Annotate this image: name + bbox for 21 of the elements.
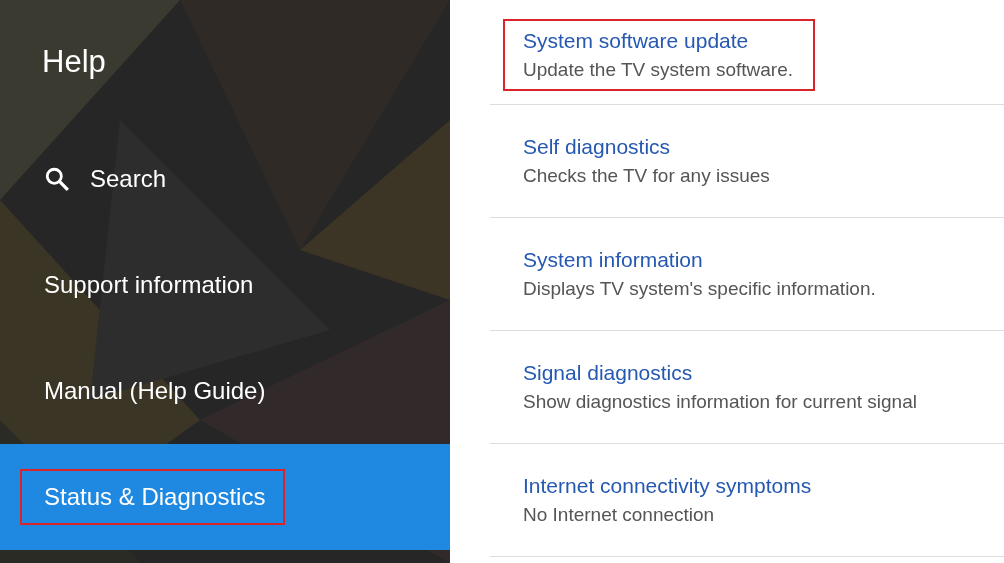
menu-item[interactable]: Search (0, 126, 450, 232)
option-item[interactable]: System software update Update the TV system software. (490, 6, 1004, 105)
option-title: System software update (523, 29, 750, 53)
option-title: System information (523, 248, 704, 272)
option-title: Self diagnostics (523, 135, 672, 159)
option-item[interactable]: Signal diagnostics Show diagnostics information for current signal (490, 331, 1004, 444)
option-item[interactable]: Self diagnostics Checks the TV for any issues (490, 105, 1004, 218)
menu-item[interactable]: Support information (0, 232, 450, 338)
option-item[interactable]: System information Displays TV system's specific information. (490, 218, 1004, 331)
menu-item[interactable]: Manual (Help Guide) (0, 338, 450, 444)
option-description: No Internet connection (523, 504, 716, 526)
search-icon (44, 166, 70, 192)
option-title: Internet connectivity symptoms (523, 474, 812, 498)
option-description: Checks the TV for any issues (523, 165, 770, 187)
option-description: Show diagnostics information for current signal (523, 391, 917, 413)
option-description: Displays TV system's specific information. (523, 278, 876, 300)
sidebar-title: Help (42, 44, 107, 81)
selected-menu-item[interactable]: Status & Diagnostics (0, 444, 450, 550)
option-description: Update the TV system software. (523, 59, 793, 81)
option-item[interactable]: Internet connectivity symptoms No Internet connection (490, 444, 1004, 557)
option-title: Signal diagnostics (523, 361, 694, 385)
